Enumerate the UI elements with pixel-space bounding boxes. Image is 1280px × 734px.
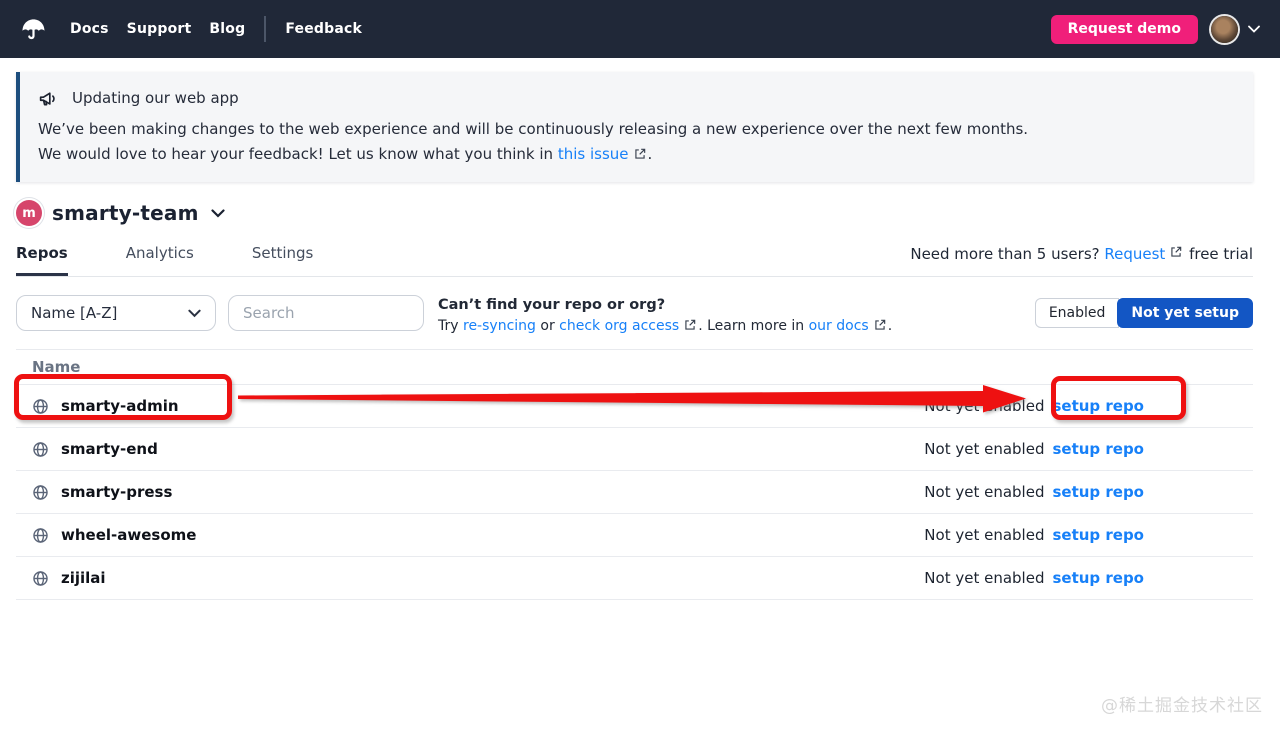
org-avatar: m bbox=[16, 200, 42, 226]
setup-repo-link[interactable]: setup repo bbox=[1052, 440, 1144, 458]
help-links-line: Try re-syncing or check org access . Lear… bbox=[438, 316, 892, 339]
setup-repo-link[interactable]: setup repo bbox=[1052, 483, 1144, 501]
help-text: . bbox=[888, 318, 892, 334]
nav-link-support[interactable]: Support bbox=[118, 21, 201, 37]
globe-icon bbox=[32, 527, 49, 544]
tab-repos[interactable]: Repos bbox=[16, 243, 68, 276]
banner-text-end: . bbox=[648, 145, 653, 163]
globe-icon bbox=[32, 441, 49, 458]
nav-link-docs[interactable]: Docs bbox=[61, 21, 118, 37]
setup-repo-link[interactable]: setup repo bbox=[1052, 526, 1144, 544]
help-text: or bbox=[536, 318, 559, 334]
top-navbar: Docs Support Blog Feedback Request demo bbox=[0, 0, 1280, 58]
help-title: Can’t find your repo or org? bbox=[438, 295, 892, 316]
banner-text: We’ve been making changes to the web exp… bbox=[38, 120, 1028, 163]
nav-link-blog[interactable]: Blog bbox=[200, 21, 254, 37]
request-trial-link[interactable]: Request bbox=[1104, 245, 1165, 263]
trial-text-end: free trial bbox=[1184, 245, 1253, 263]
repo-name-link[interactable]: smarty-admin bbox=[61, 397, 179, 415]
filter-enabled-button[interactable]: Enabled bbox=[1035, 298, 1120, 328]
table-row: smarty-end Not yet enabled setup repo bbox=[16, 428, 1253, 471]
org-name: smarty-team bbox=[52, 201, 199, 225]
request-demo-button[interactable]: Request demo bbox=[1051, 15, 1198, 44]
external-link-icon bbox=[873, 318, 887, 339]
filter-bar: Name [A-Z] Can’t find your repo or org? … bbox=[16, 295, 1253, 339]
external-link-icon bbox=[683, 318, 697, 339]
filter-not-yet-setup-button[interactable]: Not yet setup bbox=[1117, 298, 1253, 328]
chevron-down-icon[interactable] bbox=[1248, 25, 1260, 33]
umbrella-logo-icon[interactable] bbox=[20, 16, 47, 43]
repo-status: Not yet enabled bbox=[924, 569, 1044, 587]
app-page: Docs Support Blog Feedback Request demo … bbox=[0, 0, 1280, 734]
resync-link[interactable]: re-syncing bbox=[463, 318, 536, 334]
our-docs-link[interactable]: our docs bbox=[809, 318, 869, 334]
table-row: smarty-press Not yet enabled setup repo bbox=[16, 471, 1253, 514]
setup-filter-toggle: Enabled Not yet setup bbox=[1035, 298, 1253, 328]
repo-name-link[interactable]: smarty-press bbox=[61, 483, 172, 501]
repo-name-link[interactable]: smarty-end bbox=[61, 440, 158, 458]
org-chevron-down-icon[interactable] bbox=[211, 209, 225, 218]
setup-repo-link[interactable]: setup repo bbox=[1052, 569, 1144, 587]
watermark: @稀土掘金技术社区 bbox=[1101, 691, 1263, 716]
repo-status: Not yet enabled bbox=[924, 483, 1044, 501]
repo-table: Name smarty-admin Not yet enabled setup r… bbox=[16, 349, 1253, 600]
globe-icon bbox=[32, 484, 49, 501]
nav-link-feedback[interactable]: Feedback bbox=[276, 21, 371, 37]
tab-settings[interactable]: Settings bbox=[252, 243, 314, 276]
table-row: zijilai Not yet enabled setup repo bbox=[16, 557, 1253, 600]
sort-select-value: Name [A-Z] bbox=[31, 304, 117, 322]
trial-text: Need more than 5 users? bbox=[910, 245, 1104, 263]
repo-name-link[interactable]: wheel-awesome bbox=[61, 526, 196, 544]
table-header-name[interactable]: Name bbox=[16, 349, 1253, 385]
check-org-access-link[interactable]: check org access bbox=[559, 318, 679, 334]
repo-name-link[interactable]: zijilai bbox=[61, 569, 106, 587]
repo-status: Not yet enabled bbox=[924, 526, 1044, 544]
globe-icon bbox=[32, 570, 49, 587]
announcement-banner: Updating our web app We’ve been making c… bbox=[16, 72, 1253, 182]
help-text: . Learn more in bbox=[698, 318, 808, 334]
table-row: wheel-awesome Not yet enabled setup repo bbox=[16, 514, 1253, 557]
repo-status: Not yet enabled bbox=[924, 397, 1044, 415]
globe-icon bbox=[32, 398, 49, 415]
free-trial-note: Need more than 5 users? Request free tri… bbox=[910, 245, 1253, 276]
this-issue-link[interactable]: this issue bbox=[558, 145, 629, 163]
chevron-down-icon bbox=[188, 309, 201, 318]
external-link-icon bbox=[1169, 245, 1183, 263]
repo-status: Not yet enabled bbox=[924, 440, 1044, 458]
nav-divider bbox=[264, 16, 266, 42]
repo-help-text: Can’t find your repo or org? Try re-sync… bbox=[438, 295, 892, 339]
table-row: smarty-admin Not yet enabled setup repo bbox=[16, 385, 1253, 428]
help-text: Try bbox=[438, 318, 463, 334]
external-link-icon bbox=[633, 144, 647, 169]
banner-title: Updating our web app bbox=[72, 87, 239, 109]
megaphone-icon bbox=[38, 88, 59, 109]
tab-analytics[interactable]: Analytics bbox=[126, 243, 194, 276]
setup-repo-link[interactable]: setup repo bbox=[1052, 397, 1144, 415]
org-header: m smarty-team bbox=[16, 200, 1253, 226]
tabs-bar: Repos Analytics Settings Need more than … bbox=[16, 243, 1253, 277]
user-avatar[interactable] bbox=[1211, 16, 1238, 43]
sort-select[interactable]: Name [A-Z] bbox=[16, 295, 216, 331]
search-input[interactable] bbox=[228, 295, 424, 331]
banner-body: We’ve been making changes to the web exp… bbox=[38, 117, 1050, 169]
